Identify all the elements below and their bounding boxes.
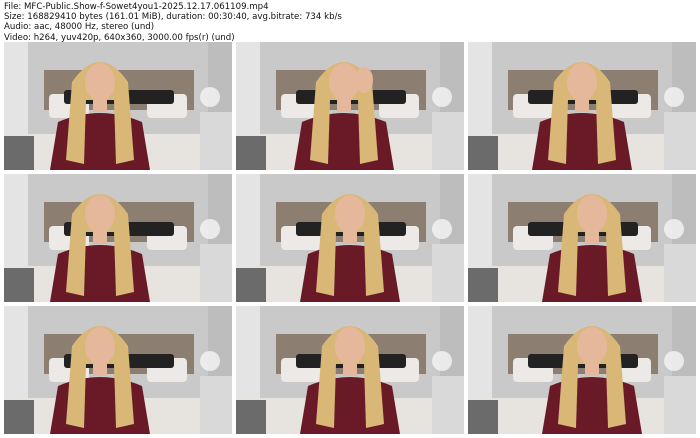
video-thumbnail-9 — [468, 306, 696, 434]
file-size-line: Size: 168829410 bytes (161.01 MiB), dura… — [4, 12, 342, 23]
audio-info-line: Audio: aac, 48000 Hz, stereo (und) — [4, 22, 155, 33]
video-thumbnail-1 — [4, 42, 232, 170]
video-thumbnail-3 — [468, 42, 696, 170]
video-thumbnail-7 — [4, 306, 232, 434]
video-thumbnail-6 — [468, 174, 696, 302]
video-thumbnail-4 — [4, 174, 232, 302]
thumbnail-grid — [4, 42, 697, 434]
video-thumbnail-8 — [236, 306, 464, 434]
file-name-line: File: MFC-Public.Show-f-Sowet4you1-2025.… — [4, 2, 269, 12]
video-thumbnail-5 — [236, 174, 464, 302]
file-info-header: File: MFC-Public.Show-f-Sowet4you1-2025.… — [4, 2, 342, 43]
video-thumbnail-2 — [236, 42, 464, 170]
